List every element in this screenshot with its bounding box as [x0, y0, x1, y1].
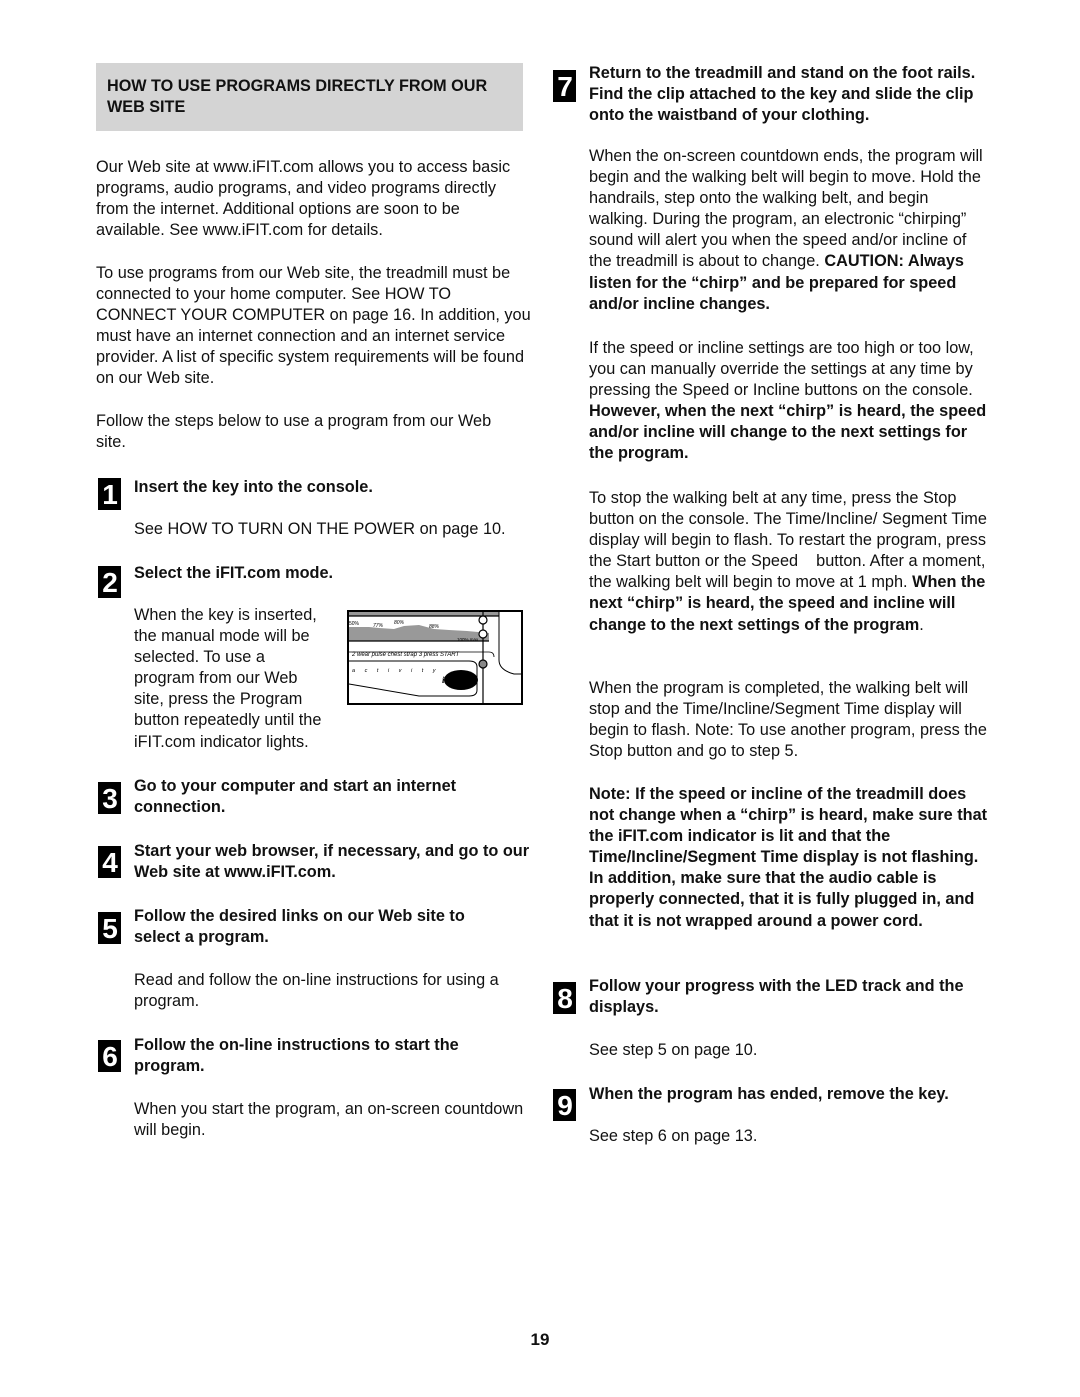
console-edge — [498, 612, 521, 675]
pct-label-1: 50% — [349, 621, 360, 627]
step-4-title: Start your web browser, if necessary, an… — [134, 842, 530, 882]
step-7-body-2-bold: However, when the next “chirp” is heard,… — [589, 402, 987, 463]
console-drawing: 50% 77% 80% 88% 100% max 2 wear pulse ch… — [349, 612, 521, 703]
step-7-body-1: When the on-screen countdown ends, the p… — [589, 146, 989, 315]
step-9-number: 9 — [553, 1089, 576, 1121]
step-5-body: Read and follow the on-line instructions… — [134, 971, 499, 1011]
step-9-title: When the program has ended, remove the k… — [589, 1085, 949, 1103]
pct-label-4: 88% — [429, 624, 440, 630]
step-7-number: 7 — [553, 70, 576, 102]
step-1-number: 1 — [98, 478, 121, 510]
step-5-number: 5 — [98, 912, 121, 944]
step-9-body: See step 6 on page 13. — [589, 1127, 758, 1145]
step-7-title: Return to the treadmill and stand on the… — [589, 64, 976, 125]
indicator-light-2 — [478, 629, 488, 639]
intro-paragraph-1: Our Web site at www.iFIT.com allows you … — [96, 158, 511, 240]
step-5-title: Follow the desired links on our Web site… — [134, 907, 465, 947]
pct-label-3: 80% — [394, 620, 405, 626]
step-7-body-2-text: If the speed or incline settings are too… — [589, 339, 974, 400]
step-4-number: 4 — [98, 846, 121, 878]
step-6-body: When you start the program, an on-screen… — [134, 1100, 524, 1140]
step-8-title: Follow your progress with the LED track … — [589, 977, 964, 1017]
step-7-note: Note: If the speed or incline of the tre… — [589, 785, 988, 930]
console-instruction: 2 wear pulse chest strap 3 press START — [351, 652, 460, 658]
intro-paragraph-2: To use programs from our Web site, the t… — [96, 264, 531, 388]
activity-label: a c t i v i t y — [352, 668, 440, 674]
step-8-number: 8 — [553, 982, 576, 1014]
pct-label-2: 77% — [373, 623, 384, 629]
step-6-number: 6 — [98, 1040, 121, 1072]
step-2-title: Select the iFIT.com mode. — [134, 564, 334, 582]
section-header: HOW TO USE PROGRAMS DIRECTLY FROM OUR WE… — [96, 63, 523, 131]
step-1-title: Insert the key into the console. — [134, 478, 373, 496]
page-number: 19 — [530, 1330, 550, 1349]
step-7-body-3-end: . — [919, 615, 924, 634]
step-2-number: 2 — [98, 566, 121, 598]
step-3-number: 3 — [98, 782, 121, 814]
step-7-body-4: When the program is completed, the walki… — [589, 679, 987, 761]
step-6-title: Follow the on-line instructions to start… — [134, 1036, 459, 1076]
step-8-body: See step 5 on page 10. — [589, 1041, 758, 1059]
step-7-body-3: To stop the walking belt at any time, pr… — [589, 488, 989, 636]
max-label: 100% max — [457, 637, 479, 642]
step-7-body-2: If the speed or incline settings are too… — [589, 338, 989, 465]
step-1-body: See HOW TO TURN ON THE POWER on page 10. — [134, 520, 506, 538]
intro-paragraph-3: Follow the steps below to use a program … — [96, 412, 492, 452]
ifit-logo-text: iFIT.com — [442, 675, 476, 685]
step-2-body-text: When the key is inserted, the manual mod… — [134, 606, 322, 751]
indicator-light-ifit — [478, 659, 488, 669]
step-3-title: Go to your computer and start an interne… — [134, 777, 457, 817]
console-illustration: 50% 77% 80% 88% 100% max 2 wear pulse ch… — [347, 610, 523, 705]
step-2-body-wrap: When the key is inserted, the manual mod… — [134, 605, 324, 753]
indicator-light-1 — [478, 615, 488, 625]
